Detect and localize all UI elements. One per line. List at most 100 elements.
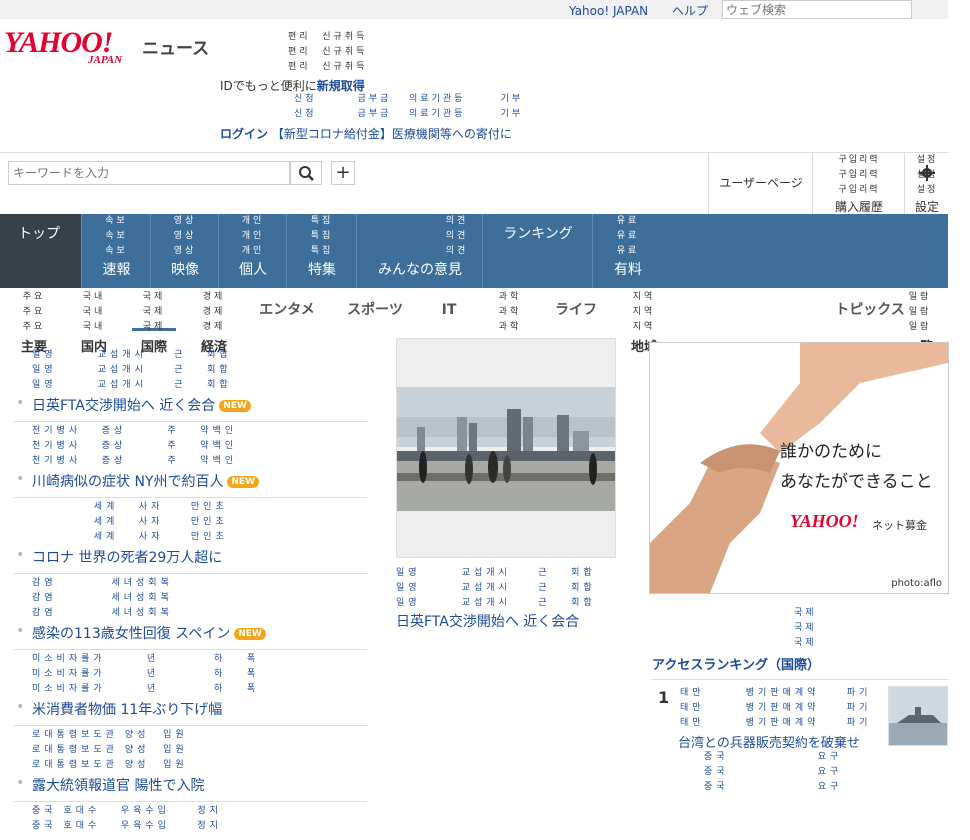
subnav-life[interactable]: ライフ — [546, 290, 606, 336]
nav-label: 有料 — [614, 262, 642, 278]
yahoo-logo[interactable]: YAHOO! JAPAN — [4, 28, 138, 67]
subnav-sports[interactable]: スポーツ — [338, 290, 412, 336]
search-button[interactable] — [290, 161, 322, 185]
subnav-it[interactable]: IT — [424, 290, 474, 336]
yahoo-japan-link[interactable]: Yahoo! JAPAN — [569, 4, 648, 18]
kor-overlay-login: 신청 금부금 의료기관등 기부 신청 금부금 의료기관등 기부 — [294, 94, 524, 119]
article-title[interactable]: コロナ 世界の死者29万人超に — [14, 547, 367, 567]
nav-opinions[interactable]: 의견 의견 의견 みんなの意見 — [356, 214, 483, 288]
help-link[interactable]: ヘルプ — [672, 4, 708, 18]
kor-overlay-ranking: 국제 국제 국제 — [794, 608, 817, 648]
article-title-text: コロナ 世界の死者29万人超に — [32, 550, 223, 566]
search-row: + ユーザーページ 구입리력 구입리력 구입리력 購入履歴 설정 설정 설정 設… — [0, 152, 948, 215]
ad-banner[interactable]: 誰かのために あなたができること YAHOO! ネット募金 photo:aflo — [649, 342, 949, 594]
new-account-link[interactable]: 新規取得 — [317, 79, 365, 93]
kor-overlay: 주요 주요 주요 — [22, 292, 46, 332]
new-badge: NEW — [234, 628, 266, 640]
keyword-search-input[interactable] — [8, 161, 290, 185]
subnav-international[interactable]: 국제 국제 국제 国際 — [132, 290, 176, 355]
ranking-number: 1 — [658, 688, 670, 707]
photo-article-box[interactable] — [396, 338, 616, 558]
list-item[interactable]: 감염 세녀성회복 감염 세녀성회복 감염 세녀성회복 感染の113歳女性回復 ス… — [14, 574, 367, 650]
photo-caption[interactable]: 일영 교섭개시 근 회합 일영 교섭개시 근 회합 일영 교섭개시 근 회합 日… — [396, 566, 596, 631]
kor-overlay: 지역 지역 지역 — [632, 292, 656, 332]
subnav-science[interactable]: 과학 과학 과학 — [488, 290, 532, 336]
top-bar: Yahoo! JAPAN ヘルプ — [0, 0, 948, 19]
article-title[interactable]: 露大統領報道官 陽性で入院 — [14, 775, 367, 795]
ad-credit: photo:aflo — [891, 578, 942, 589]
ad-line2: あなたができること — [780, 472, 933, 492]
login-link[interactable]: ログイン — [220, 127, 268, 141]
kor-overlay: 국내 국내 국내 — [82, 292, 106, 332]
nav-ranking[interactable]: ランキング — [482, 214, 593, 288]
nav-paid[interactable]: 유료 유료 유료 有料 — [592, 214, 663, 288]
article-title[interactable]: 感染の113歳女性回復 スペインNEW — [14, 623, 367, 643]
list-item[interactable]: 세계 사자 만인초 세계 사자 만인초 세계 사자 만인초 コロナ 世界の死者2… — [14, 498, 367, 574]
ranking-title[interactable]: 台湾との兵器販売契約を破棄せ — [678, 732, 860, 751]
kor-overlay: 개인 개인 개인 — [241, 216, 265, 256]
purchase-history-label: 購入履歴 — [834, 200, 883, 214]
list-item[interactable]: 미소비자률가 년 하 폭 미소비자률가 년 하 폭 미소비자률가 년 하 폭 米… — [14, 650, 367, 726]
user-page-link[interactable]: ユーザーページ — [708, 153, 813, 215]
donation-link[interactable]: 【新型コロナ給付金】医療機関等への寄付に — [272, 127, 512, 141]
search-icon — [299, 166, 314, 181]
subnav-main[interactable]: 주요 주요 주요 主要 — [14, 290, 54, 355]
add-button[interactable]: + — [331, 161, 355, 185]
list-item[interactable]: 일영 교섭개시 근 회합 일영 교섭개시 근 회합 일영 교섭개시 근 회합 日… — [14, 346, 367, 422]
id-promo-text: IDでもっと便利に — [220, 79, 317, 93]
kor-overlay-purchase: 구입리력 구입리력 구입리력 — [838, 155, 880, 195]
nav-label: 映像 — [171, 262, 199, 278]
nav-video[interactable]: 영상 영상 영상 映像 — [150, 214, 219, 288]
purchase-history-link[interactable]: 구입리력 구입리력 구입리력 購入履歴 — [812, 153, 905, 215]
subnav-regional[interactable]: 지역 지역 지역 地域 — [622, 290, 666, 355]
article-title-text: 日英FTA交渉開始へ 近く会合 — [32, 398, 216, 414]
article-title-text: 露大統領報道官 陽性で入院 — [32, 778, 205, 794]
kor-overlay: 천기병사 증상 주 약백인 천기병사 증상 주 약백인 천기병사 증상 주 약백… — [32, 426, 238, 466]
kor-overlay: 태만 병기판매계약 파기 태만 병기판매계약 파기 태만 병기판매계약 파기 — [680, 688, 872, 728]
kor-overlay: 과학 과학 과학 — [498, 292, 522, 332]
plus-icon: + — [335, 162, 351, 183]
kor-overlay: 일람 일람 일람 — [908, 292, 932, 332]
settings-link[interactable]: 설정 설정 설정 設定 — [904, 153, 949, 215]
new-badge: NEW — [227, 476, 260, 488]
nav-feature[interactable]: 특집 특집 특집 特集 — [286, 214, 357, 288]
list-item[interactable]: 천기병사 증상 주 약백인 천기병사 증상 주 약백인 천기병사 증상 주 약백… — [14, 422, 367, 498]
ranking-thumbnail — [888, 686, 948, 746]
ad-logo-sub: ネット募金 — [872, 519, 927, 532]
subnav-entertainment[interactable]: エンタメ — [250, 290, 324, 336]
web-search-input[interactable] — [722, 0, 912, 19]
kor-overlay: 미소비자률가 년 하 폭 미소비자률가 년 하 폭 미소비자률가 년 하 폭 — [32, 654, 260, 694]
new-badge: NEW — [219, 400, 251, 412]
subnav-domestic[interactable]: 국내 국내 국내 国内 — [74, 290, 114, 355]
subnav-list[interactable]: 일람 일람 일람 一覧 — [900, 290, 940, 355]
article-title[interactable]: 川崎病似の症状 NY州で約百人NEW — [14, 471, 367, 491]
nav-top[interactable]: トップ — [0, 214, 81, 288]
nav-individual[interactable]: 개인 개인 개인 個人 — [218, 214, 287, 288]
photo-article-title[interactable]: 日英FTA交渉開始へ 近く会合 — [396, 611, 596, 631]
settings-label: 設定 — [914, 200, 939, 214]
article-title[interactable]: 米消費者物価 11年ぶり下げ幅 — [14, 699, 367, 719]
list-item[interactable]: 로대통령보도관 양성 입원 로대통령보도관 양성 입원 로대통령보도관 양성 입… — [14, 726, 367, 802]
login-line: ログイン 【新型コロナ給付金】医療機関等への寄付に — [220, 125, 512, 142]
nav-label: トップ — [18, 226, 60, 242]
kor-overlay: 감염 세녀성회복 감염 세녀성회복 감염 세녀성회복 — [32, 578, 173, 618]
nav-breaking[interactable]: 속보 속보 속보 速報 — [81, 214, 151, 288]
kor-overlay: 속보 속보 속보 — [105, 216, 128, 256]
subnav-economy[interactable]: 경제 경제 경제 経済 — [192, 290, 236, 355]
kor-overlay: 일영 교섭개시 근 회합 일영 교섭개시 근 회합 일영 교섭개시 근 회합 — [32, 350, 232, 390]
article-title-text: 感染の113歳女性回復 スペイン — [32, 626, 231, 642]
news-photo — [397, 387, 615, 511]
list-item[interactable]: 중국 호대수 우육수입 정지 중국 호대수 우육수입 정지 — [14, 802, 367, 840]
logo-sub-text: JAPAN — [88, 54, 123, 66]
news-section-label[interactable]: ニュース — [142, 34, 209, 59]
kor-overlay: 로대통령보도관 양성 입원 로대통령보도관 양성 입원 로대통령보도관 양성 입… — [32, 730, 188, 770]
ad-logo: YAHOO! — [790, 511, 859, 531]
article-title[interactable]: 日英FTA交渉開始へ 近く会合NEW — [14, 395, 367, 415]
kor-overlay: 영상 영상 영상 — [173, 216, 197, 256]
subnav-topics[interactable]: トピックス — [830, 290, 910, 336]
article-list: 일영 교섭개시 근 회합 일영 교섭개시 근 회합 일영 교섭개시 근 회합 日… — [14, 346, 367, 840]
kor-overlay: 의견 의견 의견 — [445, 216, 469, 256]
access-ranking-title[interactable]: アクセスランキング（国際） — [652, 654, 948, 680]
nav-label: 個人 — [239, 262, 267, 278]
kor-overlay: 중국 호대수 우육수입 정지 중국 호대수 우육수입 정지 — [32, 806, 222, 831]
